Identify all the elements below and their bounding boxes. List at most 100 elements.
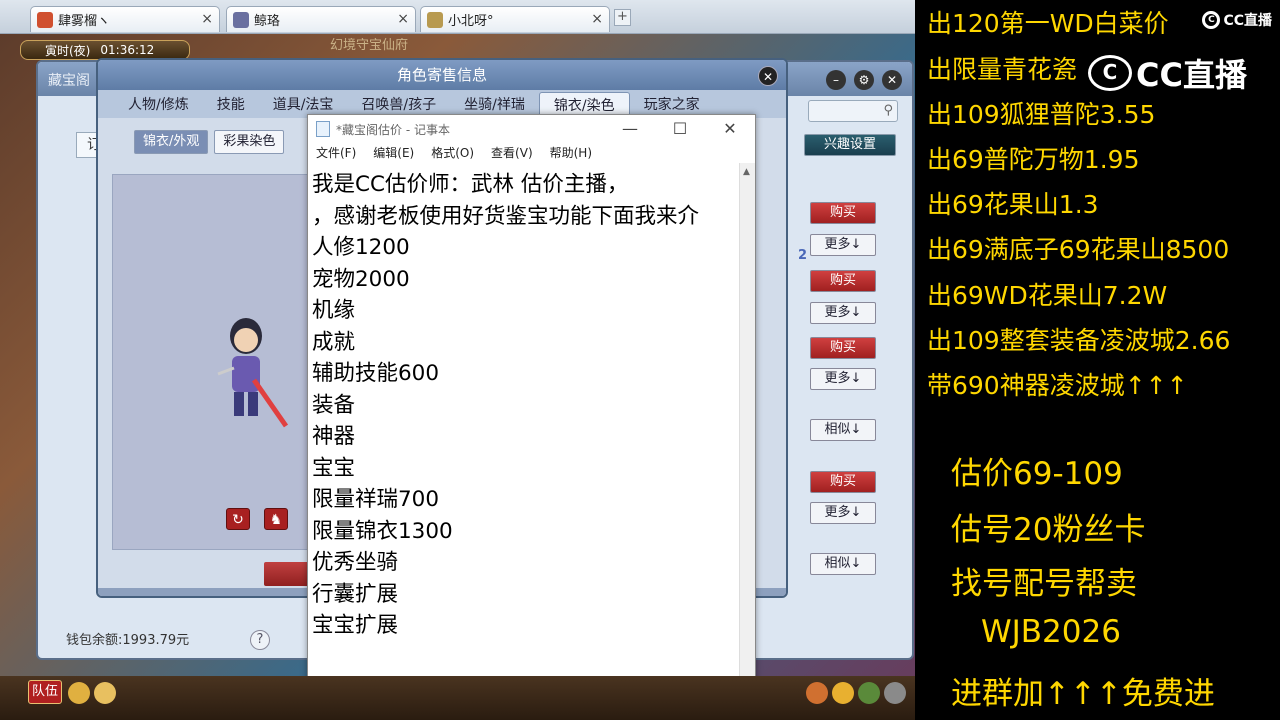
sale-line: 出69普陀万物1.95 [927, 145, 1140, 174]
brand-label: CC直播 [1223, 13, 1272, 29]
subtab-dye[interactable]: 彩果染色 [214, 130, 285, 154]
subtab-outfit-appearance[interactable]: 锦衣/外观 [134, 130, 209, 154]
character-figure [217, 318, 289, 428]
sale-line: 出69满底子69花果山8500 [927, 235, 1230, 264]
minimize-icon[interactable]: — [605, 115, 655, 143]
buy-button[interactable]: 购买 [810, 270, 876, 292]
client-tab-3[interactable]: 小北呀° × [420, 6, 610, 32]
team-button[interactable]: 队伍 [28, 680, 62, 704]
wallet-balance: 钱包余额:1993.79元 [66, 633, 190, 648]
game-menu-icon[interactable] [806, 682, 828, 704]
avatar-icon [233, 11, 249, 28]
microphone-icon[interactable] [68, 682, 90, 704]
text-line: 限量锦衣1300 [312, 518, 453, 544]
avatar-icon [427, 11, 443, 28]
text-line: 人修1200 [312, 235, 410, 260]
text-line: ，感谢老板使用好货鉴宝功能下面我来介 [312, 203, 700, 229]
avatar-icon [37, 11, 53, 28]
text-line: 宠物2000 [312, 266, 410, 292]
text-line: 神器 [312, 424, 356, 449]
client-tab-label: 肆雾榴ヽ [58, 14, 111, 29]
client-tab-label: 鲸珞 [254, 14, 281, 29]
text-line: 装备 [312, 392, 356, 418]
cc-logo-icon: C [1088, 55, 1132, 91]
client-tab-2[interactable]: 鲸珞 × [226, 6, 416, 32]
close-icon[interactable]: × [201, 11, 213, 27]
menu-format[interactable]: 格式(O) [431, 143, 474, 163]
search-input[interactable]: ⚲ [808, 100, 898, 122]
tab-character[interactable]: 人物/修炼 [114, 92, 203, 118]
buy-button[interactable]: 购买 [810, 202, 876, 224]
more-button[interactable]: 更多↓ [810, 234, 876, 256]
close-icon[interactable]: × [591, 11, 603, 27]
cc-logo-icon: C [1202, 11, 1221, 29]
buy-button[interactable]: 购买 [810, 337, 876, 359]
notepad-window: *藏宝阁估价 - 记事本 — ☐ ✕ 文件(F) 编辑(E) 格式(O) 查看(… [307, 114, 756, 720]
emote-icon[interactable] [832, 682, 854, 704]
menu-edit[interactable]: 编辑(E) [373, 143, 414, 163]
chat-icon[interactable] [94, 682, 116, 704]
client-tab-1[interactable]: 肆雾榴ヽ × [30, 6, 220, 32]
similar-button[interactable]: 相似↓ [810, 419, 876, 441]
more-button[interactable]: 更多↓ [810, 502, 876, 524]
screen: 肆雾榴ヽ × 鲸珞 × 小北呀° × + 寅时(夜) 01:36:12 幻境守宝… [0, 0, 1280, 720]
help-icon[interactable]: ? [250, 630, 270, 650]
more-button[interactable]: 更多↓ [810, 368, 876, 390]
text-line: 成就 [312, 329, 356, 355]
menu-bar: 文件(F) 编辑(E) 格式(O) 查看(V) 帮助(H) [308, 143, 755, 163]
game-client: 肆雾榴ヽ × 鲸珞 × 小北呀° × + 寅时(夜) 01:36:12 幻境守宝… [0, 0, 915, 720]
chevron-up-icon[interactable]: ▲ [743, 167, 750, 177]
close-icon[interactable]: × [397, 11, 409, 27]
stream-overlay: C CC直播 出120第一WD白菜价 出限量青花瓷 出109狐狸普陀3.55 出… [915, 0, 1280, 720]
text-line: 优秀坐骑 [312, 550, 399, 575]
sale-line: 出109狐狸普陀3.55 [927, 100, 1156, 129]
maximize-icon[interactable]: ☐ [655, 115, 705, 143]
minimize-icon[interactable]: – [826, 70, 846, 90]
menu-view[interactable]: 查看(V) [491, 143, 533, 163]
menu-file[interactable]: 文件(F) [316, 143, 356, 163]
game-menu-icon[interactable] [884, 682, 906, 704]
notepad-title: *藏宝阁估价 - 记事本 [336, 122, 450, 137]
game-bottom-bar [0, 676, 915, 720]
buy-button[interactable]: 购买 [810, 471, 876, 493]
game-clock: 寅时(夜) 01:36:12 [20, 40, 190, 60]
rotate-icon[interactable]: ↻ [226, 508, 250, 530]
clock-time: 01:36:12 [100, 43, 155, 57]
menu-help[interactable]: 帮助(H) [550, 143, 592, 163]
watermark-label: CC直播 [1136, 56, 1247, 94]
sale-line: 带690神器凌波城↑↑↑ [927, 371, 1188, 400]
promo-line: WJB2026 [981, 614, 1121, 650]
close-icon[interactable]: ✕ [705, 115, 755, 143]
interest-settings-button[interactable]: 兴趣设置 [804, 134, 896, 156]
scrollbar[interactable]: ▲ [739, 163, 755, 719]
game-menu-icon[interactable] [858, 682, 880, 704]
add-tab-button[interactable]: + [614, 9, 631, 26]
text-line: 宝宝扩展 [312, 613, 399, 638]
sale-line: 出109整套装备凌波城2.66 [927, 326, 1231, 355]
cc-logo: C CC直播 [1202, 10, 1272, 30]
text-line [312, 642, 735, 674]
text-line: 辅助技能600 [312, 361, 440, 386]
window-title: 角色寄售信息 [98, 60, 786, 90]
action-icon[interactable]: ♞ [264, 508, 288, 530]
gear-icon[interactable]: ⚙ [854, 70, 874, 90]
close-icon[interactable]: ✕ [882, 70, 902, 90]
text-line: 限量祥瑞700 [312, 487, 440, 512]
notepad-icon [316, 121, 330, 137]
notepad-text-area[interactable]: 我是CC估价师：武林 估价主播， ，感谢老板使用好货鉴宝功能下面我来介 人修1200… [308, 163, 739, 719]
text-line: 我是CC估价师：武林 估价主播， [312, 172, 629, 197]
client-tab-bar: 肆雾榴ヽ × 鲸珞 × 小北呀° × + [0, 0, 915, 34]
promo-line: 找号配号帮卖 [951, 566, 1137, 602]
clock-period: 寅时(夜) [45, 43, 91, 58]
search-icon: ⚲ [883, 103, 893, 118]
similar-button[interactable]: 相似↓ [810, 553, 876, 575]
sub-tab-bar: 锦衣/外观 彩果染色 [134, 130, 285, 154]
page-number: 2 [798, 248, 808, 263]
tab-skills[interactable]: 技能 [203, 92, 259, 118]
more-button[interactable]: 更多↓ [810, 302, 876, 324]
scene-banner: 幻境守宝仙府 [330, 38, 409, 53]
sale-line: 出69WD花果山7.2W [927, 281, 1168, 310]
client-tab-label: 小北呀° [448, 14, 494, 29]
text-line: 机缘 [312, 298, 356, 323]
close-icon[interactable]: ✕ [758, 66, 778, 86]
